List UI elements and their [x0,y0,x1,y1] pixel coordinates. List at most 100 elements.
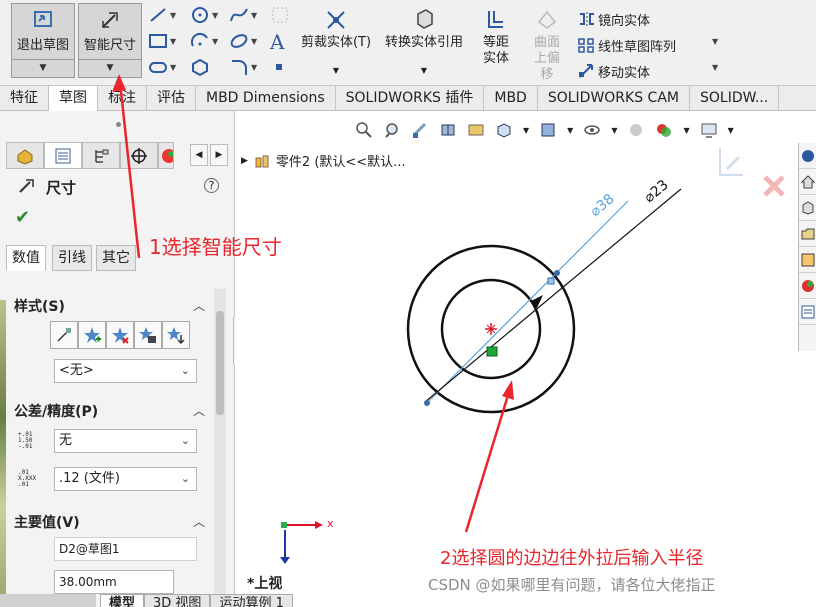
custom-properties-icon[interactable] [799,299,816,325]
save-style-button[interactable] [134,321,162,349]
subtab-value[interactable]: 数值 [6,245,46,271]
panel-scrollbar-thumb[interactable] [216,311,224,415]
design-library-icon[interactable] [799,195,816,221]
tab-features[interactable]: 特征 [0,86,49,111]
coincident-relation-icon[interactable] [486,346,498,357]
load-style-button[interactable] [162,321,190,349]
rectangle-icon [149,34,167,48]
slot-tool[interactable]: ▼ [148,58,176,76]
property-manager-tab[interactable] [44,142,82,169]
tolerance-section-header[interactable]: 公差/精度(P) [14,401,98,421]
panel-grip[interactable] [116,122,121,127]
style-section-header[interactable]: 样式(S) [14,296,65,316]
mirror-entities-button[interactable]: 镜向实体 [576,6,676,32]
ok-checkmark-icon[interactable]: ✔ [15,207,30,228]
arc-tool[interactable]: ▼ [190,32,218,50]
feature-tree-icon [17,148,33,165]
style-collapse-icon[interactable]: ︿ [193,297,205,314]
dim-23-leader[interactable] [424,188,682,403]
tab-motion-study[interactable]: 运动算例 1 [210,594,293,607]
point-tool[interactable] [274,62,284,72]
dimension-value-input[interactable]: 38.00mm [54,570,174,594]
dim-handle[interactable] [424,400,430,406]
solidworks-resources-icon[interactable] [799,143,816,169]
appearance-icon [162,148,173,163]
dimxpert-tab[interactable] [120,142,158,169]
configuration-manager-tab[interactable] [82,142,120,169]
home-icon[interactable] [799,169,816,195]
exit-sketch-dropdown[interactable]: ▼ [12,59,74,77]
spline-tool[interactable]: ▼ [229,6,257,24]
dim-handle[interactable] [554,270,560,276]
tab-3d-views[interactable]: 3D 视图 [144,594,211,607]
bottom-tab-scroll[interactable] [0,594,96,607]
text-tool[interactable]: A [270,30,284,54]
dimension-name-field[interactable]: D2@草图1 [54,537,197,561]
tab-scroll-left[interactable]: ◀ [190,144,208,166]
circle-tool[interactable]: ▼ [190,6,218,24]
style-select[interactable]: <无> ⌄ [54,359,197,383]
precision-icon: .01 X.XXX .01 [18,469,37,488]
feature-manager-tab[interactable] [6,142,44,169]
appearances-icon[interactable] [799,273,816,299]
offset-entities-button[interactable]: 等距实体 [473,8,519,67]
primary-value-section-header[interactable]: 主要值(V) [14,512,80,532]
tab-solidworks-more[interactable]: SOLIDW... [690,86,780,111]
watermark-text: CSDN @如果哪里有问题，请各位大佬指正 [428,576,716,594]
precision-value: .12 (文件) [59,471,120,486]
fillet-tool[interactable]: ▼ [229,58,257,76]
smart-dimension-button[interactable]: 智能尺寸 ▼ [78,3,142,78]
dim-38-leader[interactable] [426,200,629,404]
view-name-label: *上视 [247,576,283,592]
star-load-icon [167,327,185,345]
linear-pattern-label: 线性草图阵列 [598,39,677,55]
solidworks-window: 退出草图 ▼ 智能尺寸 ▼ ▼ ▼ ▼ ▼ ▼ ▼ A ▼ ▼ 剪裁实体(T) … [0,0,816,607]
y-axis-arrow-icon [280,557,290,564]
pattern-dropdown-arrow[interactable]: ▼ [712,37,718,46]
tolerance-type-select[interactable]: 无 ⌄ [54,429,197,453]
smart-dimension-dropdown[interactable]: ▼ [79,59,141,77]
tab-scroll-right[interactable]: ▶ [210,144,228,166]
tab-solidworks-addins[interactable]: SOLIDWORKS 插件 [336,86,485,111]
view-palette-icon[interactable] [799,247,816,273]
mirror-icon [576,11,598,27]
convert-entities-button[interactable]: 转换实体引用 ▼ [378,8,470,79]
surface-offset-button[interactable]: 曲面上偏移 [524,8,570,83]
display-manager-tab[interactable] [158,142,174,169]
ellipse-tool[interactable]: ▼ [229,32,257,50]
polygon-tool[interactable] [190,58,210,76]
delete-style-button[interactable] [106,321,134,349]
file-explorer-icon[interactable] [799,221,816,247]
move-entities-button[interactable]: 移动实体 [576,58,676,84]
tab-solidworks-cam[interactable]: SOLIDWORKS CAM [538,86,690,111]
tab-mbd-dimensions[interactable]: MBD Dimensions [196,86,336,111]
dimension-23-text[interactable]: ⌀23 [641,177,671,206]
move-dropdown-arrow[interactable]: ▼ [712,63,718,72]
subtab-other[interactable]: 其它 [96,245,136,271]
exit-sketch-button[interactable]: 退出草图 ▼ [11,3,75,78]
apply-default-style-button[interactable] [50,321,78,349]
linear-pattern-button[interactable]: 线性草图阵列 [576,32,676,58]
line-tool[interactable]: ▼ [148,6,176,24]
trim-entities-button[interactable]: 剪裁实体(T) ▼ [300,8,372,79]
desktop-edge-strip [0,300,6,594]
graphics-area[interactable]: ▼ ▼ ▼ ▼ ▼ ▶ 零件2 (默认<<默认... ⌀38 ⌀23 x *上视… [235,111,816,607]
trim-icon [327,11,345,29]
tolerance-collapse-icon[interactable]: ︿ [193,402,205,419]
convert-dropdown-arrow[interactable]: ▼ [378,63,470,79]
trim-dropdown-arrow[interactable]: ▼ [300,63,372,79]
dim-grip[interactable] [547,277,555,285]
tab-evaluate[interactable]: 评估 [147,86,196,111]
rectangle-tool[interactable]: ▼ [148,32,176,50]
chevron-down-icon: ⌄ [180,434,190,447]
add-style-button[interactable] [78,321,106,349]
help-icon[interactable]: ? [204,178,219,193]
tab-model[interactable]: 模型 [100,594,145,607]
tab-mbd[interactable]: MBD [484,86,538,111]
tab-markup[interactable]: 标注 [98,86,147,111]
precision-select[interactable]: .12 (文件) ⌄ [54,467,197,491]
primary-collapse-icon[interactable]: ︿ [193,513,205,530]
smart-dimension-icon [79,7,141,33]
subtab-leaders[interactable]: 引线 [52,245,92,271]
tab-sketch[interactable]: 草图 [49,86,98,111]
